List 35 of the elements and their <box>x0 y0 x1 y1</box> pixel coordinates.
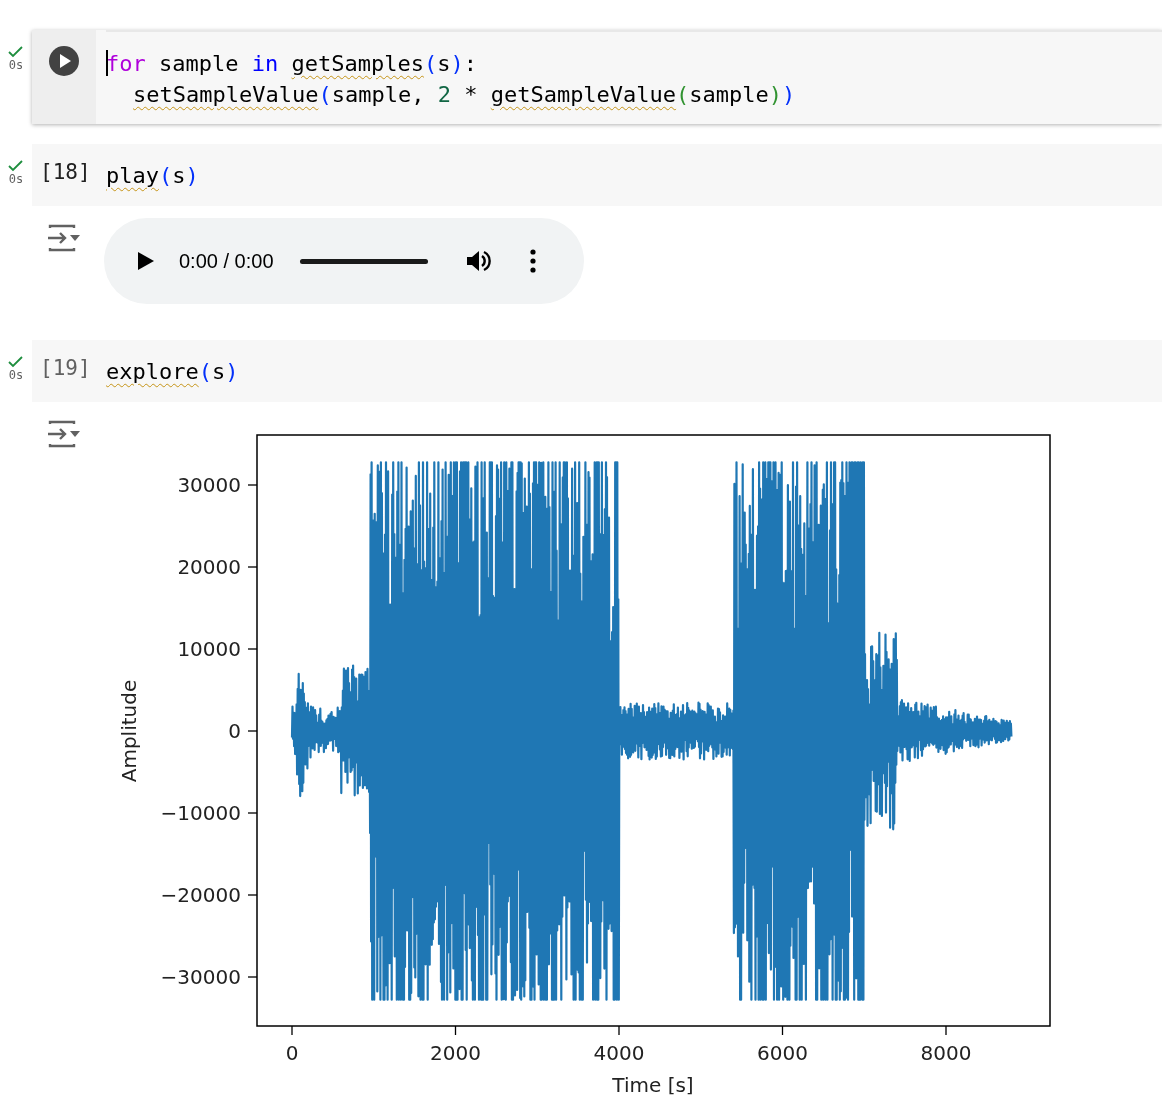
output-toggle-icon[interactable] <box>46 224 82 252</box>
code-line: explore(s) <box>106 358 240 386</box>
play-icon[interactable] <box>138 252 154 270</box>
y-tick-label: 0 <box>228 719 241 743</box>
code-cell[interactable]: [19] explore(s) <box>32 340 1162 402</box>
x-tick-label: 6000 <box>757 1041 808 1065</box>
x-tick-label: 0 <box>285 1041 299 1065</box>
y-tick-label: 10000 <box>177 637 241 661</box>
x-tick-label: 2000 <box>430 1041 481 1065</box>
y-tick-label: 20000 <box>177 555 241 579</box>
x-axis-label: Time [s] <box>612 1073 694 1097</box>
audio-progress[interactable] <box>299 258 428 264</box>
y-tick-label: −10000 <box>160 801 241 825</box>
run-time: 0s <box>8 172 24 186</box>
run-icon[interactable] <box>48 45 80 77</box>
code-line: for sample in getSamples(s): <box>106 49 478 78</box>
code-line: setSampleValue(sample, 2 * getSampleValue(sample)) <box>132 81 797 109</box>
code-cell[interactable]: [18] play(s) <box>32 144 1162 206</box>
x-tick-label: 4000 <box>593 1041 645 1065</box>
y-tick-label: −30000 <box>160 965 241 989</box>
code-line: play(s) <box>106 162 200 190</box>
y-tick-label: 30000 <box>177 473 241 497</box>
run-time: 0s <box>8 368 24 382</box>
y-axis-label: Amplitude <box>117 679 141 783</box>
x-tick-label: 8000 <box>920 1041 972 1065</box>
code-cell[interactable]: for sample in getSamples(s): setSampleValue(sample, 2 * getSampleValue(sample)) <box>32 30 1162 124</box>
volume-icon[interactable] <box>465 249 492 273</box>
run-time: 0s <box>8 58 24 72</box>
audio-player[interactable]: 0:00 / 0:00 <box>104 218 584 304</box>
more-options-icon[interactable] <box>529 249 536 273</box>
output-toggle-icon[interactable] <box>46 420 82 448</box>
execution-count: [18] <box>40 160 91 184</box>
execution-count: [19] <box>40 356 91 380</box>
y-tick-label: −20000 <box>160 883 241 907</box>
audio-time: 0:00 / 0:00 <box>179 249 274 273</box>
